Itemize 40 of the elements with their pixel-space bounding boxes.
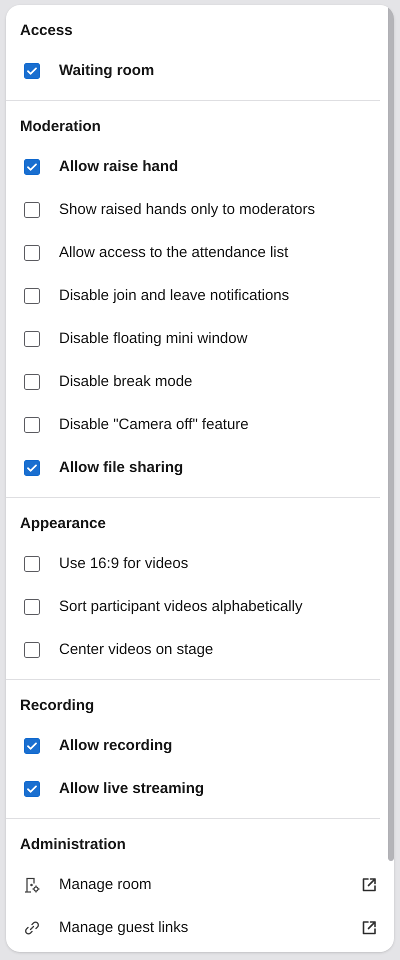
checkbox[interactable] (24, 158, 40, 174)
checkbox[interactable] (24, 556, 40, 572)
checkbox-label[interactable]: Use 16:9 for videos (59, 554, 188, 574)
checkbox[interactable] (24, 288, 40, 304)
checkbox[interactable] (24, 416, 40, 432)
checkbox[interactable] (24, 244, 40, 260)
checkbox-label[interactable]: Disable join and leave notifications (59, 286, 290, 306)
checkbox[interactable] (24, 738, 40, 754)
checkbox-label[interactable]: Disable "Camera off" feature (59, 414, 249, 434)
menu-link[interactable]: Manage room (59, 874, 152, 894)
checkbox-label[interactable]: Disable floating mini window (59, 328, 248, 348)
checkbox[interactable] (24, 598, 40, 614)
checkbox[interactable] (24, 460, 40, 476)
section-heading: Moderation (20, 117, 102, 137)
menu-link[interactable]: Manage guest links (59, 918, 188, 938)
section-heading: Access (20, 21, 74, 41)
checkbox[interactable] (24, 780, 40, 796)
checkbox-label[interactable]: Allow raise hand (59, 156, 178, 176)
checkbox-label[interactable]: Allow access to the attendance list (59, 242, 288, 262)
external-link-icon[interactable] (360, 876, 378, 894)
checkbox[interactable] (24, 202, 40, 218)
checkbox-label[interactable]: Center videos on stage (59, 640, 214, 660)
link-icon (23, 918, 41, 936)
checkbox[interactable] (24, 374, 40, 390)
checkbox-label[interactable]: Allow live streaming (59, 778, 204, 798)
checkbox-label[interactable]: Disable break mode (59, 372, 192, 392)
checkbox-label[interactable]: Show raised hands only to moderators (59, 200, 315, 220)
section-heading: Recording (20, 696, 96, 716)
section-heading: Appearance (20, 514, 107, 534)
door-gear-icon (23, 876, 41, 894)
scrollbar-thumb[interactable] (388, 5, 394, 861)
checkbox-label[interactable]: Allow file sharing (59, 458, 184, 478)
checkbox-label[interactable]: Sort participant videos alphabetically (59, 596, 302, 616)
checkbox[interactable] (24, 330, 40, 346)
section-heading: Administration (20, 835, 127, 855)
checkbox[interactable] (24, 642, 40, 658)
checkbox-label[interactable]: Waiting room (59, 60, 154, 80)
external-link-icon[interactable] (360, 918, 378, 936)
checkbox-label[interactable]: Allow recording (59, 736, 172, 756)
checkbox[interactable] (24, 62, 40, 78)
